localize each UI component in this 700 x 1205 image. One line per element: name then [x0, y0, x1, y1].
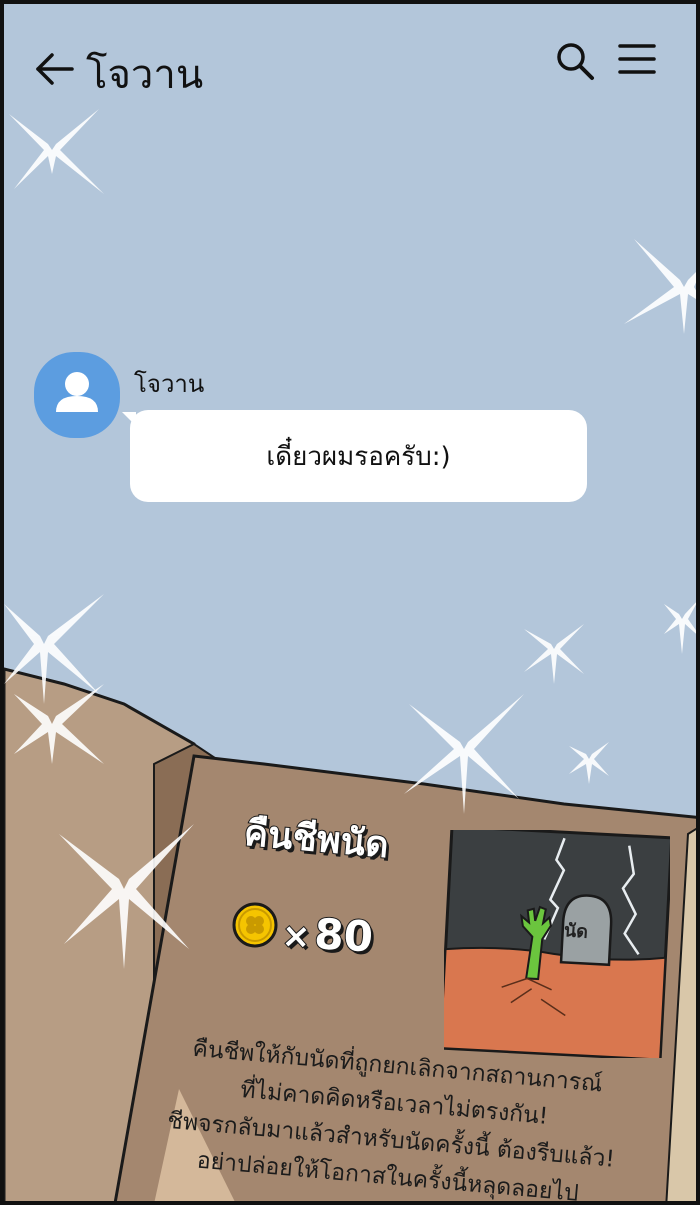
- cost-value: 80: [312, 908, 375, 962]
- top-bar: โจวาน: [4, 4, 696, 124]
- book-title: คืนชีพนัด: [241, 812, 391, 867]
- search-button[interactable]: [552, 38, 598, 84]
- tombstone-picture: [444, 830, 670, 1058]
- clover-coin-icon: [232, 902, 278, 948]
- sender-name: โจวาน: [134, 370, 205, 398]
- back-button[interactable]: [32, 46, 78, 92]
- avatar[interactable]: [34, 352, 120, 438]
- user-silhouette-icon: [56, 372, 98, 412]
- tombstone-label: นัด: [563, 920, 589, 943]
- arrow-left-icon: [36, 53, 74, 85]
- message-text: เดี๋ยวผมรอครับ:): [266, 441, 451, 472]
- hamburger-menu-icon: [618, 44, 656, 74]
- menu-button[interactable]: [614, 38, 660, 84]
- cost-multiplier: ×: [280, 915, 313, 958]
- chat-title: โจวาน: [86, 52, 204, 98]
- screen: โจวาน โจวาน เดี๋ยวผมรอครับ:) คืนชีพนัด ×…: [0, 0, 700, 1205]
- cost-label: ×80: [280, 908, 375, 962]
- message-bubble[interactable]: เดี๋ยวผมรอครับ:): [130, 410, 587, 502]
- book-page-edge: [665, 827, 696, 1201]
- search-icon: [557, 43, 594, 80]
